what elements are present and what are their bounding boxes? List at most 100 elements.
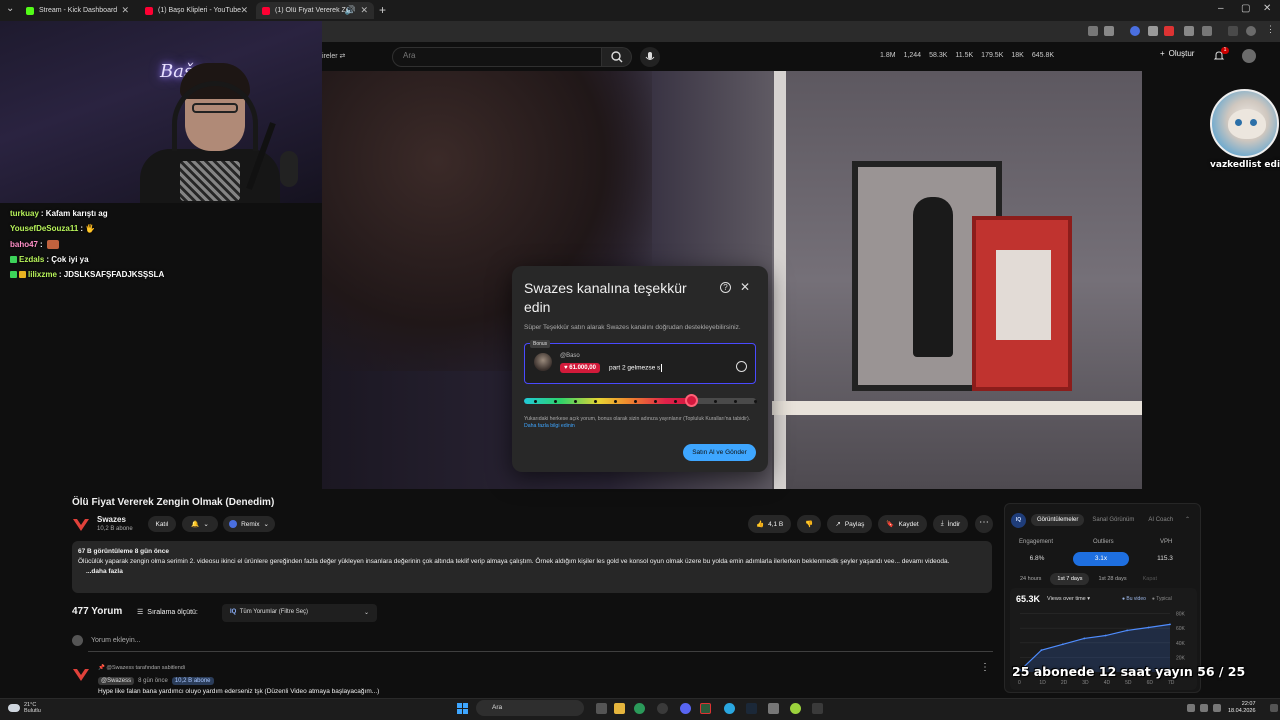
legend-item: ● Typical <box>1151 596 1172 602</box>
comment-author[interactable]: @Swazess <box>98 677 135 685</box>
new-tab-button[interactable]: + <box>379 3 386 17</box>
steam-icon[interactable] <box>746 703 757 714</box>
discord-icon[interactable] <box>680 703 691 714</box>
add-comment-input[interactable]: Yorum ekleyin... <box>72 635 141 646</box>
speaker-icon[interactable]: 🔊 <box>345 5 356 16</box>
metric-label: VPH <box>1160 539 1173 545</box>
range-7d[interactable]: 1st 7 days <box>1050 573 1090 585</box>
volume-icon[interactable] <box>1213 704 1221 712</box>
join-button[interactable]: Katıl <box>148 516 176 532</box>
network-icon[interactable] <box>1200 704 1208 712</box>
metric-value[interactable]: 115.3 <box>1137 552 1193 566</box>
close-icon[interactable]: ✕ <box>740 280 750 294</box>
data-point <box>1147 626 1150 629</box>
extension-icon[interactable] <box>1184 26 1194 36</box>
sidebar-icon[interactable] <box>1228 26 1238 36</box>
app-icon[interactable] <box>790 703 801 714</box>
tab-views[interactable]: Görüntülemeler <box>1031 514 1085 526</box>
save-button[interactable]: 🔖 Kaydet <box>878 515 927 533</box>
metric-select[interactable]: Views over time ▾ <box>1047 596 1090 602</box>
puzzle-icon[interactable] <box>1202 26 1212 36</box>
menu-icon[interactable]: ⋮ <box>1266 24 1276 34</box>
tab-baso-klipleri[interactable]: (1) Başo Klipleri - YouTube ✕ <box>139 2 254 19</box>
tab-virtual-view[interactable]: Sanal Görünüm <box>1086 514 1140 526</box>
download-button[interactable]: ⤓ İndir <box>932 515 969 533</box>
cast-icon[interactable] <box>1088 26 1098 36</box>
more-actions-button[interactable]: ⋯ <box>975 515 993 533</box>
filter-label[interactable]: ireler ⇄ <box>322 52 345 60</box>
metric-value[interactable]: 6.8% <box>1009 552 1065 566</box>
x-tick-label: 5D <box>1125 680 1132 686</box>
channel-name[interactable]: Swazes <box>97 515 126 524</box>
calculator-icon[interactable] <box>768 703 779 714</box>
sort-button[interactable]: ☰ Sıralama ölçütü: <box>137 608 198 617</box>
range-close[interactable]: Kapat <box>1136 573 1164 585</box>
slider-handle[interactable] <box>685 394 699 407</box>
amount-slider[interactable] <box>524 398 756 404</box>
chat-message: turkuay: Kafam karıştı ag <box>10 209 108 219</box>
chrome-icon[interactable] <box>724 703 735 714</box>
start-button[interactable] <box>457 703 468 714</box>
close-icon[interactable]: ✕ <box>360 5 368 16</box>
create-button[interactable]: + Oluştur <box>1160 49 1194 58</box>
super-thanks-card[interactable]: @Baso ♥ 61.000,00 part 2 gelmezse s <box>524 343 756 384</box>
github-icon[interactable] <box>657 703 668 714</box>
stream-chat-overlay: turkuay: Kafam karıştı ag YousefDeSouza1… <box>10 206 320 282</box>
buy-and-send-button[interactable]: Satın Al ve Gönder <box>683 444 756 461</box>
range-24h[interactable]: 24 hours <box>1013 573 1048 585</box>
notification-toggle[interactable]: 🔔 ⌄ <box>182 516 218 532</box>
extension-icon[interactable] <box>1130 26 1140 36</box>
search-button[interactable] <box>602 47 632 67</box>
avatar[interactable] <box>1242 49 1256 63</box>
mic-button[interactable] <box>640 47 660 67</box>
tab-menu-icon[interactable]: ⌄ <box>6 3 14 14</box>
app-icon[interactable] <box>634 703 645 714</box>
minimize-icon[interactable]: – <box>1218 3 1224 14</box>
data-point <box>1169 623 1171 626</box>
profile-icon[interactable] <box>1246 26 1256 36</box>
help-icon[interactable]: ? <box>720 282 731 293</box>
notification-icon[interactable] <box>1270 704 1278 712</box>
emoji-icon[interactable] <box>736 361 747 372</box>
close-icon[interactable]: ✕ <box>121 5 129 16</box>
dislike-button[interactable]: 👎 <box>797 515 822 533</box>
comment-time: 8 gün önce <box>138 678 168 684</box>
task-view-icon[interactable] <box>596 703 607 714</box>
close-icon[interactable]: ✕ <box>240 5 248 16</box>
comment-filter-select[interactable]: IQ Tüm Yorumlar (Filtre Seç) ⌄ <box>222 604 377 622</box>
tab-current-video[interactable]: (1) Ölü Fiyat Vererek Zengin 🔊 ✕ <box>256 2 374 19</box>
weather-widget[interactable]: 21°C Bulutlu <box>8 702 41 714</box>
comment-menu-icon[interactable]: ⋮ <box>980 662 990 673</box>
window-close-icon[interactable]: ✕ <box>1263 3 1271 14</box>
extension-icon[interactable] <box>1164 26 1174 36</box>
metric-value[interactable]: 3.1x <box>1073 552 1129 566</box>
channel-logo-icon[interactable] <box>72 668 90 682</box>
tab-kick-dashboard[interactable]: Stream - Kick Dashboard ✕ <box>20 2 135 19</box>
message-input[interactable]: part 2 gelmezse s <box>609 364 663 372</box>
slider-stop <box>714 400 717 403</box>
show-more-link[interactable]: ...daha fazla <box>86 567 986 577</box>
microphone-icon <box>280 151 298 187</box>
x-tick-label: 7D <box>1168 680 1175 686</box>
comment-count: 477 Yorum <box>72 606 123 617</box>
like-button[interactable]: 👍 4,1 B <box>748 515 792 533</box>
channel-logo-icon[interactable] <box>72 516 90 534</box>
x-tick-label: 4D <box>1104 680 1111 686</box>
extension-icon[interactable] <box>1148 26 1158 36</box>
search-input[interactable]: Ara <box>392 47 602 67</box>
tray-icon[interactable] <box>1187 704 1195 712</box>
remix-button[interactable]: Remix ⌄ <box>223 516 275 532</box>
maximize-icon[interactable]: ▢ <box>1241 3 1250 14</box>
x-tick-label: 6D <box>1147 680 1154 686</box>
app-icon[interactable] <box>812 703 823 714</box>
tab-ai-coach[interactable]: AI Coach <box>1142 514 1179 526</box>
file-explorer-icon[interactable] <box>614 703 625 714</box>
range-28d[interactable]: 1st 28 days <box>1091 573 1133 585</box>
terminal-icon[interactable] <box>700 703 711 714</box>
star-icon[interactable] <box>1104 26 1114 36</box>
chevron-up-icon[interactable]: ⌃ <box>1185 516 1190 523</box>
taskbar-search[interactable]: Ara <box>476 700 584 716</box>
share-button[interactable]: ↗ Paylaş <box>827 515 873 533</box>
learn-more-link[interactable]: Daha fazla bilgi edinin <box>524 423 575 429</box>
video-description[interactable]: 67 B görüntüleme 8 gün önce Ölücülük yap… <box>72 541 992 593</box>
